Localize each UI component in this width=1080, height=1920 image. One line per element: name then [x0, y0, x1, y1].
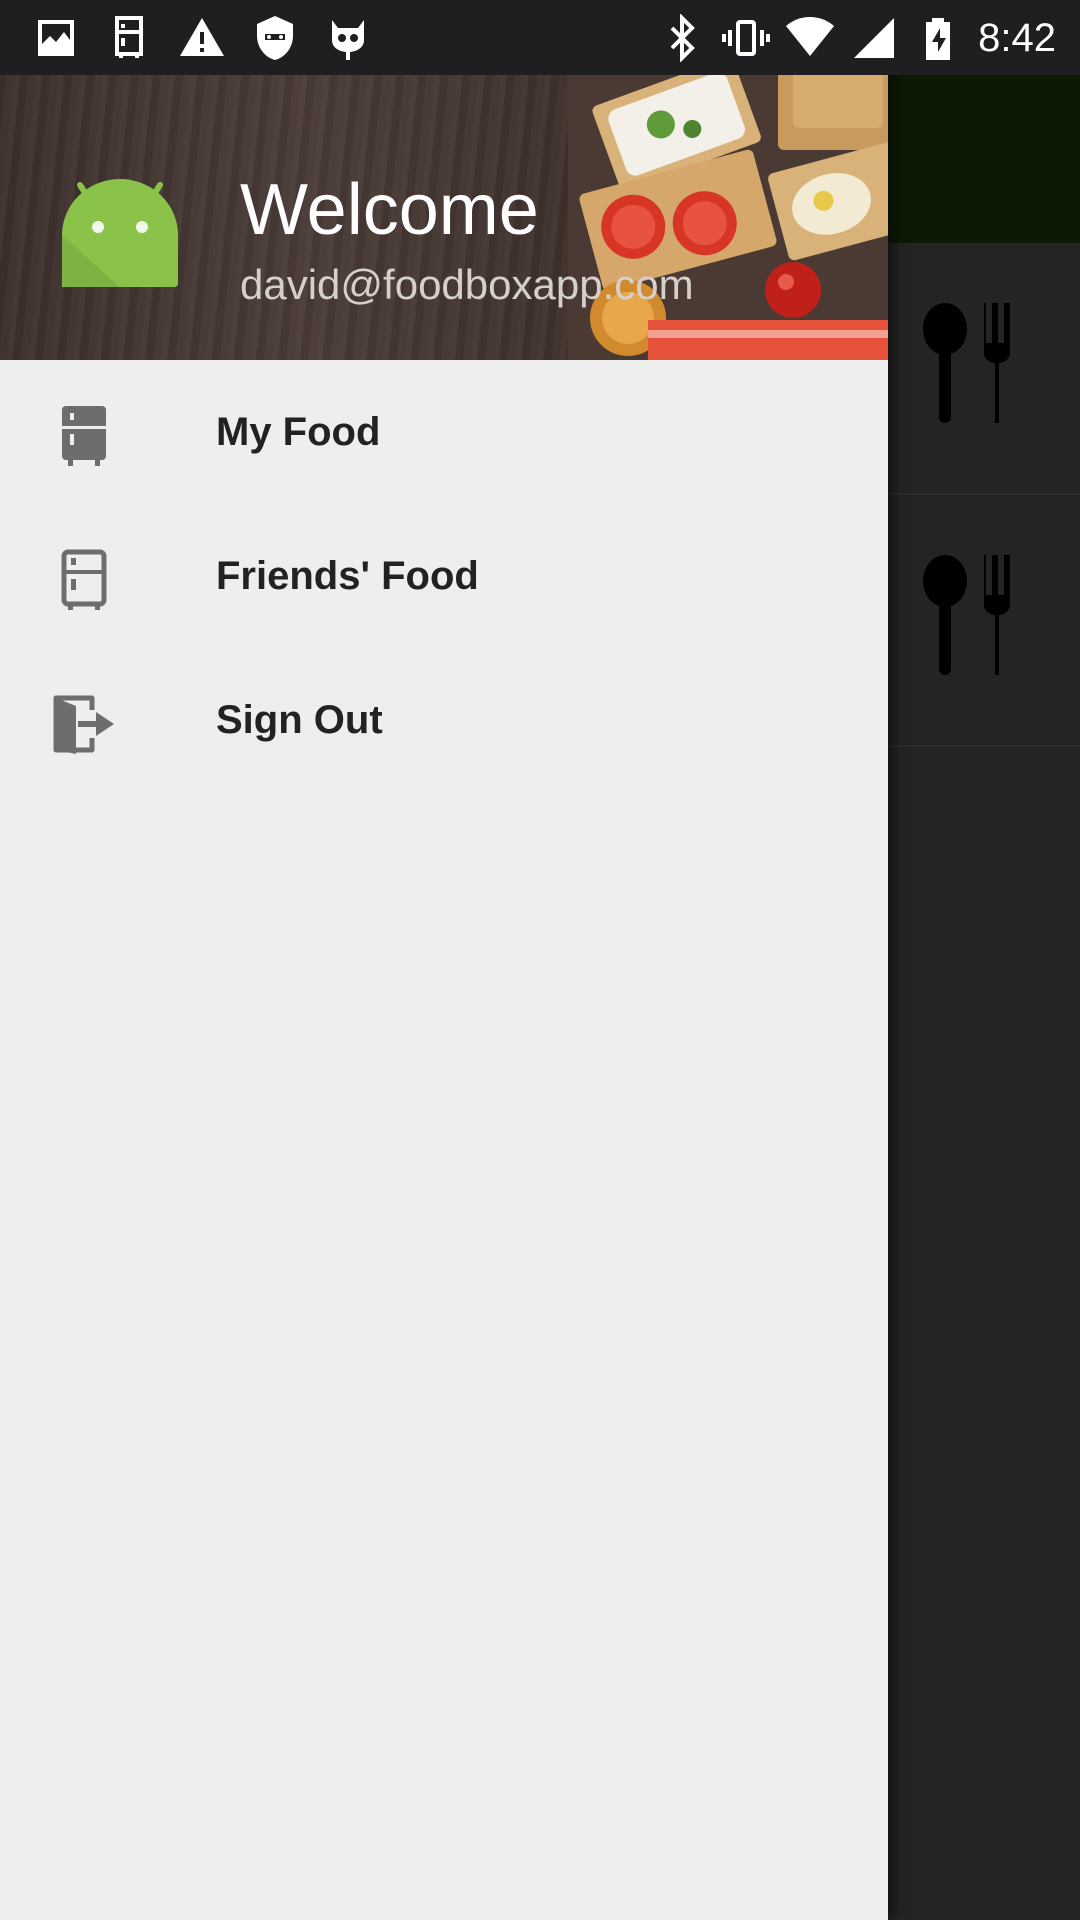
cyanogen-icon: [332, 20, 364, 60]
menu-item-sign-out[interactable]: Sign Out: [0, 648, 888, 792]
drawer-menu: My Food Friends' Food Sign Out: [0, 360, 888, 792]
cutlery-icon: [923, 303, 1010, 423]
fridge-filled-icon: [62, 406, 106, 466]
fridge-outline-icon: [61, 549, 107, 610]
android-icon: [62, 179, 178, 287]
wifi-icon: [786, 17, 835, 56]
shield-icon: [257, 16, 293, 60]
menu-label: My Food: [216, 410, 381, 454]
warning-icon: [180, 18, 224, 56]
menu-label: Friends' Food: [216, 554, 479, 598]
navigation-drawer: Welcome david@foodboxapp.com My Food Fri…: [0, 0, 888, 1920]
menu-item-my-food[interactable]: My Food: [0, 360, 888, 504]
vibrate-icon: [722, 20, 771, 56]
battery-charging-icon: [926, 18, 951, 60]
system-icons: 8:42: [658, 10, 1056, 66]
signal-icon: [854, 18, 895, 58]
exit-icon: [53, 695, 114, 754]
image-icon: [38, 20, 74, 56]
status-bar: 8:42: [0, 0, 1080, 75]
cutlery-icon: [923, 555, 1010, 675]
menu-item-friends-food[interactable]: Friends' Food: [0, 504, 888, 648]
status-time: 8:42: [978, 16, 1056, 60]
drawer-title: Welcome: [240, 170, 539, 250]
user-email: david@foodboxapp.com: [240, 261, 694, 308]
fridge-icon: [115, 16, 143, 58]
notification-icons: [32, 14, 372, 62]
menu-label: Sign Out: [216, 698, 383, 742]
bluetooth-icon: [670, 14, 695, 62]
